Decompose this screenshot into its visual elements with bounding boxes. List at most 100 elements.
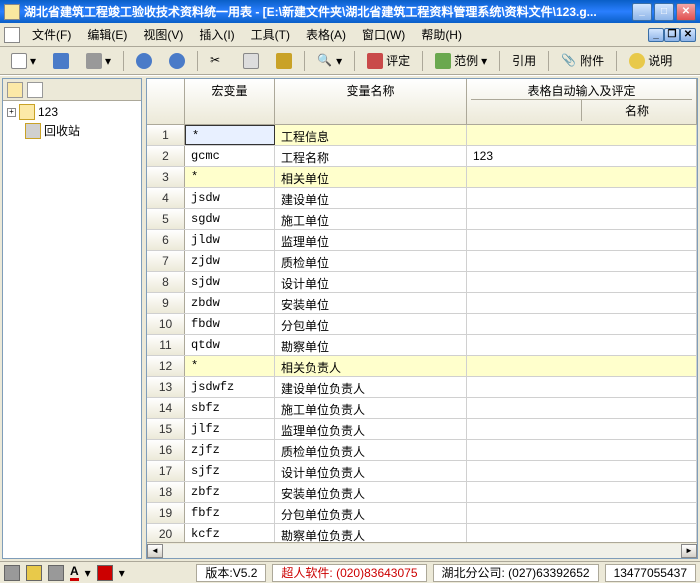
table-row[interactable]: 17sjfz设计单位负责人 — [147, 461, 697, 482]
tool-save[interactable] — [46, 50, 76, 72]
cell-varname[interactable]: 相关单位 — [275, 167, 467, 187]
minimize-button[interactable]: _ — [632, 3, 652, 21]
cell-value[interactable] — [467, 167, 697, 187]
table-row[interactable]: 1*工程信息 — [147, 125, 697, 146]
mdi-restore-button[interactable]: ❐ — [664, 28, 680, 42]
sb-icon-4[interactable] — [97, 565, 113, 581]
table-row[interactable]: 18zbfz安装单位负责人 — [147, 482, 697, 503]
cell-value[interactable] — [467, 482, 697, 502]
cell-varname[interactable]: 工程名称 — [275, 146, 467, 166]
tree-icon-2[interactable] — [27, 82, 43, 98]
table-row[interactable]: 20kcfz勘察单位负责人 — [147, 524, 697, 542]
cell-hvar[interactable]: kcfz — [185, 524, 275, 542]
tool-yinyong[interactable]: 引用 — [505, 50, 543, 72]
table-row[interactable]: 2gcmc工程名称123 — [147, 146, 697, 167]
mdi-close-button[interactable]: ✕ — [680, 28, 696, 42]
tool-pingding[interactable]: 评定 — [360, 50, 417, 72]
cell-varname[interactable]: 安装单位负责人 — [275, 482, 467, 502]
table-row[interactable]: 10fbdw分包单位 — [147, 314, 697, 335]
cell-hvar[interactable]: fbfz — [185, 503, 275, 523]
cell-hvar[interactable]: sjfz — [185, 461, 275, 481]
tree-root[interactable]: + 123 — [5, 103, 139, 121]
cell-varname[interactable]: 建设单位负责人 — [275, 377, 467, 397]
table-row[interactable]: 7zjdw质检单位 — [147, 251, 697, 272]
cell-varname[interactable]: 分包单位负责人 — [275, 503, 467, 523]
tool-print[interactable]: ▾ — [79, 50, 118, 72]
row-number[interactable]: 19 — [147, 503, 185, 523]
cell-value[interactable] — [467, 125, 697, 145]
cell-varname[interactable]: 监理单位 — [275, 230, 467, 250]
table-row[interactable]: 16zjfz质检单位负责人 — [147, 440, 697, 461]
table-row[interactable]: 14sbfz施工单位负责人 — [147, 398, 697, 419]
row-number[interactable]: 9 — [147, 293, 185, 313]
row-number[interactable]: 20 — [147, 524, 185, 542]
cell-hvar[interactable]: qtdw — [185, 335, 275, 355]
menu-tools[interactable]: 工具(T) — [243, 24, 298, 45]
cell-hvar[interactable]: zjfz — [185, 440, 275, 460]
tool-redo[interactable] — [162, 50, 192, 72]
cell-hvar[interactable]: jsdw — [185, 188, 275, 208]
row-number[interactable]: 15 — [147, 419, 185, 439]
cell-hvar[interactable]: * — [185, 356, 275, 376]
tree-recycle[interactable]: 回收站 — [5, 121, 139, 140]
tool-shuoming[interactable]: 说明 — [622, 50, 679, 72]
menu-view[interactable]: 视图(V) — [135, 24, 191, 45]
grid-body[interactable]: 1*工程信息2gcmc工程名称1233*相关单位4jsdw建设单位5sgdw施工… — [147, 125, 697, 542]
row-number[interactable]: 7 — [147, 251, 185, 271]
mdi-minimize-button[interactable]: _ — [648, 28, 664, 42]
cell-varname[interactable]: 安装单位 — [275, 293, 467, 313]
cell-hvar[interactable]: gcmc — [185, 146, 275, 166]
sb-icon-2[interactable] — [26, 565, 42, 581]
cell-value[interactable] — [467, 314, 697, 334]
menu-window[interactable]: 窗口(W) — [354, 24, 413, 45]
cell-hvar[interactable]: jsdwfz — [185, 377, 275, 397]
cell-varname[interactable]: 建设单位 — [275, 188, 467, 208]
cell-value[interactable] — [467, 356, 697, 376]
col-group[interactable]: 表格自动输入及评定 名称 — [467, 79, 697, 124]
row-number[interactable]: 11 — [147, 335, 185, 355]
row-number[interactable]: 3 — [147, 167, 185, 187]
cell-value[interactable] — [467, 230, 697, 250]
table-row[interactable]: 11qtdw勘察单位 — [147, 335, 697, 356]
menu-table[interactable]: 表格(A) — [298, 24, 354, 45]
table-row[interactable]: 15jlfz监理单位负责人 — [147, 419, 697, 440]
close-button[interactable]: ✕ — [676, 3, 696, 21]
scroll-left[interactable]: ◄ — [147, 544, 163, 558]
table-row[interactable]: 4jsdw建设单位 — [147, 188, 697, 209]
cell-hvar[interactable]: zjdw — [185, 251, 275, 271]
table-row[interactable]: 12*相关负责人 — [147, 356, 697, 377]
cell-varname[interactable]: 设计单位负责人 — [275, 461, 467, 481]
cell-value[interactable] — [467, 209, 697, 229]
row-number[interactable]: 18 — [147, 482, 185, 502]
row-number[interactable]: 2 — [147, 146, 185, 166]
cell-value[interactable] — [467, 188, 697, 208]
tool-fanli[interactable]: 范例▾ — [428, 50, 494, 72]
cell-varname[interactable]: 施工单位负责人 — [275, 398, 467, 418]
tool-fujian[interactable]: 📎附件 — [554, 50, 611, 72]
cell-hvar[interactable]: sgdw — [185, 209, 275, 229]
row-number[interactable]: 17 — [147, 461, 185, 481]
cell-value[interactable] — [467, 398, 697, 418]
cell-varname[interactable]: 勘察单位 — [275, 335, 467, 355]
cell-hvar[interactable]: * — [185, 125, 275, 145]
cell-value[interactable] — [467, 440, 697, 460]
col-varname[interactable]: 变量名称 — [275, 79, 467, 124]
scroll-track[interactable] — [163, 544, 681, 558]
expand-icon[interactable]: + — [7, 108, 16, 117]
table-row[interactable]: 13jsdwfz建设单位负责人 — [147, 377, 697, 398]
tool-search[interactable]: 🔍▾ — [310, 50, 349, 72]
table-row[interactable]: 8sjdw设计单位 — [147, 272, 697, 293]
col-rownum[interactable] — [147, 79, 185, 124]
cell-value[interactable] — [467, 335, 697, 355]
tool-paste[interactable] — [269, 50, 299, 72]
tree-icon-1[interactable] — [7, 82, 23, 98]
cell-hvar[interactable]: fbdw — [185, 314, 275, 334]
h-scrollbar[interactable]: ◄ ► — [147, 542, 697, 558]
row-number[interactable]: 13 — [147, 377, 185, 397]
cell-varname[interactable]: 设计单位 — [275, 272, 467, 292]
cell-value[interactable] — [467, 377, 697, 397]
cell-varname[interactable]: 相关负责人 — [275, 356, 467, 376]
row-number[interactable]: 4 — [147, 188, 185, 208]
menu-help[interactable]: 帮助(H) — [413, 24, 470, 45]
cell-value[interactable] — [467, 272, 697, 292]
